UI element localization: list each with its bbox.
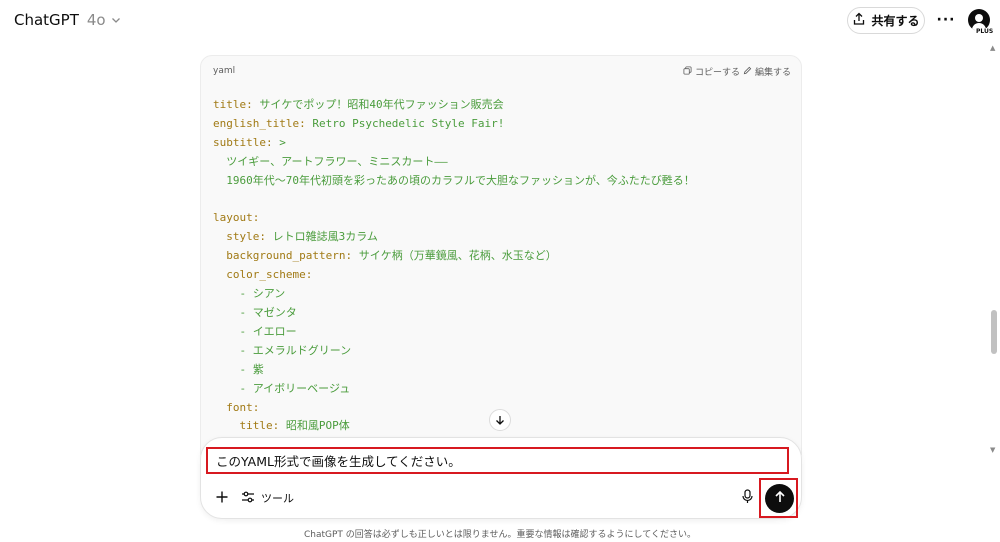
code-line: - 紫 xyxy=(213,361,695,380)
pencil-icon xyxy=(743,66,752,78)
page-scrollbar[interactable] xyxy=(988,42,1000,542)
yaml-value: - エメラルドグリーン xyxy=(213,343,352,357)
copy-icon xyxy=(683,65,692,78)
edit-label: 編集する xyxy=(755,68,792,78)
code-line: layout: xyxy=(213,209,695,228)
code-line: - エメラルドグリーン xyxy=(213,342,695,361)
yaml-value: > xyxy=(272,135,286,149)
microphone-icon xyxy=(741,488,754,508)
scroll-up-arrow-icon[interactable]: ▲ xyxy=(990,44,995,52)
scroll-to-bottom-button[interactable] xyxy=(489,409,511,431)
send-button[interactable] xyxy=(765,484,794,513)
prompt-input[interactable]: このYAML形式で画像を生成してください。 xyxy=(206,447,789,474)
code-language-label: yaml xyxy=(213,66,236,76)
scrollbar-thumb[interactable] xyxy=(991,310,997,354)
arrow-down-icon xyxy=(494,411,506,430)
sliders-icon xyxy=(241,490,255,507)
model-selector[interactable]: ChatGPT 4o xyxy=(14,11,122,29)
add-attachment-button[interactable] xyxy=(212,488,232,508)
code-line: title: 昭和風POP体 xyxy=(213,417,695,436)
code-line: font: xyxy=(213,399,695,418)
code-line: title: サイケでポップ！昭和40年代ファッション販売会 xyxy=(213,96,695,115)
code-line: - イエロー xyxy=(213,323,695,342)
tools-button[interactable]: ツール xyxy=(241,488,294,508)
yaml-key: style: xyxy=(213,230,266,244)
dictate-button[interactable] xyxy=(738,488,756,508)
arrow-up-icon xyxy=(773,489,787,508)
yaml-key: color_scheme: xyxy=(213,268,313,282)
code-line: english_title: Retro Psychedelic Style F… xyxy=(213,115,695,134)
code-line: - マゼンタ xyxy=(213,304,695,323)
scroll-down-arrow-icon[interactable]: ▼ xyxy=(990,446,995,454)
yaml-value: - アイボリーベージュ xyxy=(213,381,351,395)
yaml-value: レトロ雑誌風3カラム xyxy=(265,230,378,244)
code-line: color_scheme: xyxy=(213,266,695,285)
code-line: ツイギー、アートフラワー、ミニスカート—— xyxy=(213,153,695,172)
yaml-key: title: xyxy=(213,419,280,433)
yaml-value: - マゼンタ xyxy=(213,305,297,319)
plan-badge: PLUS xyxy=(975,28,995,35)
yaml-code-block: yaml コピーする 編集する title: サイケでポップ！昭和40年代ファッ… xyxy=(200,55,802,455)
yaml-value: 1960年代〜70年代初頭を彩ったあの頃のカラフルで大胆なファッションが、今ふた… xyxy=(213,173,695,187)
code-line: subtitle: > xyxy=(213,134,695,153)
copy-code-button[interactable]: コピーする xyxy=(683,65,740,78)
model-name: ChatGPT xyxy=(14,11,79,29)
yaml-key: title: xyxy=(213,98,253,111)
code-block-header: yaml コピーする 編集する xyxy=(201,56,801,86)
chevron-down-icon xyxy=(110,14,122,26)
yaml-key: english_title: xyxy=(213,116,306,130)
tools-label: ツール xyxy=(261,492,294,505)
yaml-key: background_pattern: xyxy=(213,249,353,263)
more-options-button[interactable]: ··· xyxy=(936,10,956,30)
footer-disclaimer: ChatGPT の回答は必ずしも正しいとは限りません。重要な情報は確認するように… xyxy=(304,530,696,540)
code-line: - シアン xyxy=(213,285,695,304)
yaml-key: subtitle: xyxy=(213,135,273,149)
share-button[interactable]: 共有する xyxy=(847,7,925,34)
share-icon xyxy=(852,12,866,29)
code-line: 1960年代〜70年代初頭を彩ったあの頃のカラフルで大胆なファッションが、今ふた… xyxy=(213,172,695,191)
plus-icon xyxy=(215,489,229,508)
yaml-key: font: xyxy=(213,400,260,414)
yaml-value: ツイギー、アートフラワー、ミニスカート—— xyxy=(213,154,448,168)
share-label: 共有する xyxy=(871,14,920,28)
model-version: 4o xyxy=(86,11,106,29)
code-content: title: サイケでポップ！昭和40年代ファッション販売会 english_ti… xyxy=(213,96,695,436)
yaml-key: layout: xyxy=(213,211,260,225)
copy-label: コピーする xyxy=(695,68,741,78)
yaml-value: サイケ柄（万華鏡風、花柄、水玉など） xyxy=(352,249,557,263)
yaml-value: Retro Psychedelic Style Fair! xyxy=(305,116,505,130)
yaml-value: - シアン xyxy=(213,287,286,301)
top-bar: ChatGPT 4o 共有する ··· PLUS xyxy=(0,0,1000,42)
yaml-value: - 紫 xyxy=(213,362,264,376)
yaml-value: 昭和風POP体 xyxy=(279,419,350,433)
code-line: style: レトロ雑誌風3カラム xyxy=(213,228,695,247)
yaml-value: - イエロー xyxy=(213,324,297,338)
edit-code-button[interactable]: 編集する xyxy=(743,65,791,78)
code-line: background_pattern: サイケ柄（万華鏡風、花柄、水玉など） xyxy=(213,247,695,266)
yaml-value: サイケでポップ！昭和40年代ファッション販売会 xyxy=(252,98,504,111)
code-line: - アイボリーベージュ xyxy=(213,380,695,399)
